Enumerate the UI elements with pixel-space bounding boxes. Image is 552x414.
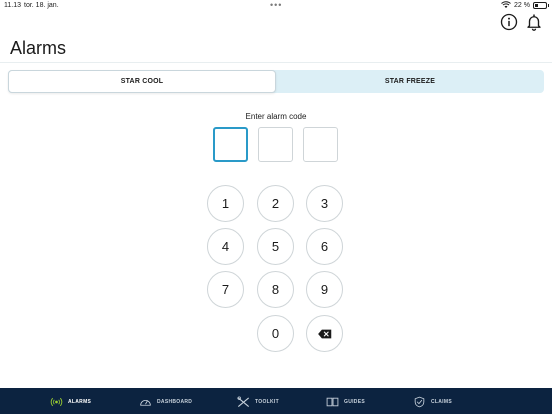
tab-dashboard[interactable]: DASHBOARD	[139, 396, 192, 408]
segment-star-freeze[interactable]: STAR FREEZE	[276, 70, 544, 93]
wifi-icon	[501, 1, 511, 8]
tab-guides-label: GUIDES	[344, 399, 365, 405]
segment-star-cool[interactable]: STAR COOL	[8, 70, 276, 93]
code-digit-box-2[interactable]	[258, 127, 293, 162]
tab-dashboard-label: DASHBOARD	[157, 399, 193, 405]
status-time: 11.13	[4, 2, 21, 9]
tab-claims[interactable]: CLAIMS	[413, 396, 452, 408]
bottom-tab-bar: ALARMS DASHBOARD TOOLKIT GUIDES CLAIMS	[0, 388, 552, 414]
key-6[interactable]: 6	[306, 228, 343, 265]
key-9[interactable]: 9	[306, 271, 343, 308]
page-title: Alarms	[10, 38, 67, 58]
code-digit-box-1[interactable]	[213, 127, 248, 162]
key-2[interactable]: 2	[257, 185, 294, 222]
status-right: 22 %	[501, 1, 549, 9]
tab-toolkit-label: TOOLKIT	[255, 399, 279, 405]
tab-claims-label: CLAIMS	[431, 399, 452, 405]
code-label: Enter alarm code	[245, 112, 307, 121]
key-0[interactable]: 0	[257, 315, 294, 352]
battery-icon	[533, 1, 549, 9]
tools-icon	[237, 396, 249, 407]
shield-check-icon	[414, 396, 425, 408]
tab-alarms-label: ALARMS	[68, 399, 92, 405]
book-icon	[326, 397, 339, 407]
gauge-icon	[140, 400, 151, 406]
status-date: tor. 18. jan.	[24, 2, 59, 9]
code-digit-box-3[interactable]	[303, 127, 338, 162]
key-7[interactable]: 7	[207, 271, 244, 308]
backspace-button[interactable]	[306, 315, 343, 352]
key-8[interactable]: 8	[257, 271, 294, 308]
key-1[interactable]: 1	[207, 185, 244, 222]
battery-percent: 22 %	[514, 1, 530, 9]
tab-guides[interactable]: GUIDES	[326, 396, 365, 408]
bell-icon[interactable]	[525, 13, 543, 31]
unit-segmented-control: STAR COOL STAR FREEZE	[8, 70, 544, 93]
backspace-icon	[317, 329, 331, 338]
status-bar: 11.13 tor. 18. jan. ••• 22 %	[0, 0, 552, 12]
info-icon[interactable]	[500, 13, 518, 31]
key-4[interactable]: 4	[207, 228, 244, 265]
tab-toolkit[interactable]: TOOLKIT	[237, 396, 279, 408]
title-divider	[0, 62, 552, 63]
tab-alarms[interactable]: ALARMS	[50, 396, 91, 408]
key-3[interactable]: 3	[306, 185, 343, 222]
key-5[interactable]: 5	[257, 228, 294, 265]
multitasking-dots[interactable]: •••	[270, 0, 282, 10]
alarm-signal-icon	[50, 397, 63, 407]
